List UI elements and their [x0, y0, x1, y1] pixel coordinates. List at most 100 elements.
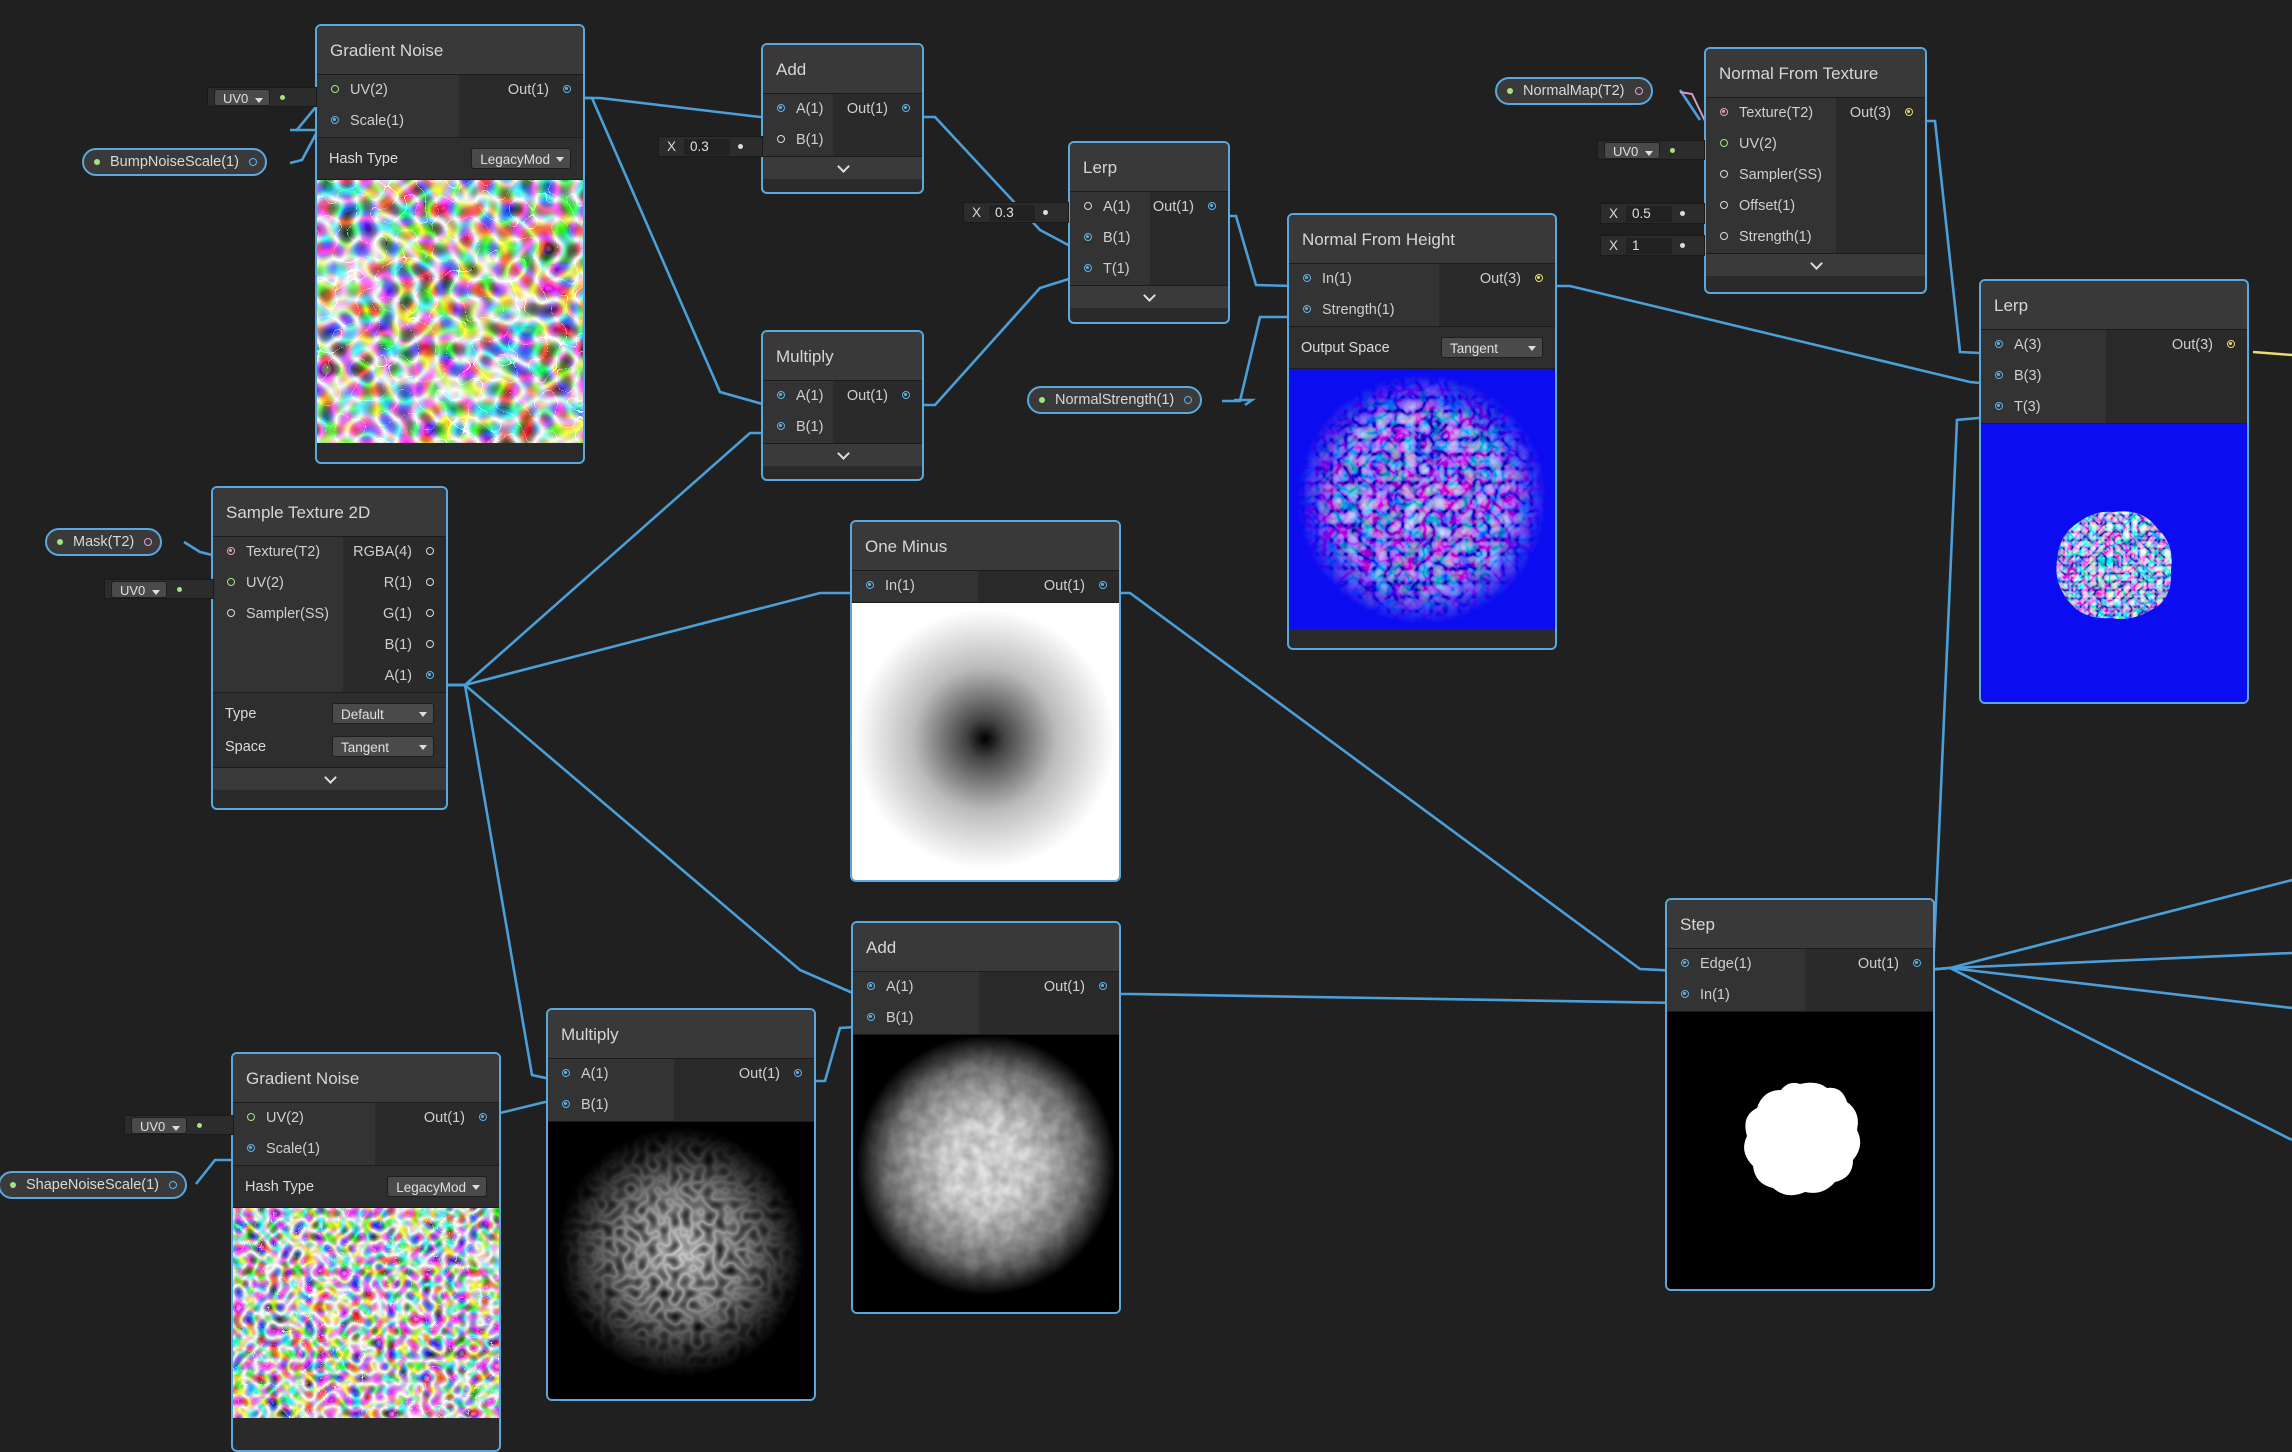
- property-out-dot-icon[interactable]: [1184, 396, 1193, 404]
- gradient-noise-node[interactable]: Gradient Noise UV(2) Scale(1) Out(1) Has…: [315, 24, 585, 464]
- lerp-node[interactable]: Lerp A(1) B(1) T(1) Out(1): [1068, 141, 1230, 324]
- port-dot-icon[interactable]: [426, 578, 434, 586]
- property-out-dot-icon[interactable]: [248, 158, 257, 166]
- port-b[interactable]: B(1): [763, 412, 833, 443]
- multiply-node[interactable]: Multiply A(1) B(1) Out(1): [761, 330, 924, 481]
- port-out[interactable]: Out(1): [833, 381, 922, 412]
- port-b[interactable]: B(3): [1981, 361, 2106, 392]
- port-t[interactable]: T(1): [1070, 254, 1150, 285]
- port-dot-icon[interactable]: [426, 609, 434, 617]
- property-normal-strength[interactable]: NormalStrength(1): [1027, 386, 1203, 414]
- port-dot-icon[interactable]: [563, 85, 571, 93]
- add-node[interactable]: Add A(1) B(1) Out(1): [851, 921, 1121, 1314]
- add-node[interactable]: Add A(1) B(1) Out(1): [761, 43, 924, 194]
- port-dot-icon[interactable]: [1535, 274, 1543, 282]
- port-dot-icon[interactable]: [777, 422, 785, 430]
- port-b[interactable]: B(1): [853, 1003, 979, 1034]
- port-a[interactable]: A(1): [763, 381, 833, 412]
- port-b[interactable]: B(1): [343, 630, 446, 661]
- port-dot-icon[interactable]: [1720, 170, 1728, 178]
- port-uv[interactable]: UV(2): [317, 75, 459, 106]
- port-b[interactable]: B(1): [548, 1090, 674, 1121]
- port-dot-icon[interactable]: [1905, 108, 1913, 116]
- port-dot-icon[interactable]: [227, 609, 235, 617]
- port-dot-icon[interactable]: [1913, 959, 1921, 967]
- port-dot-icon[interactable]: [902, 391, 910, 399]
- port-dot-icon[interactable]: [2227, 340, 2235, 348]
- hash-type-dropdown[interactable]: LegacyMod: [471, 148, 571, 169]
- uv-inline-input[interactable]: UV0: [104, 579, 214, 599]
- x-value-field[interactable]: 0.5: [1626, 205, 1673, 222]
- add-b-inline-input[interactable]: X 0.3: [658, 136, 763, 157]
- normal-from-texture-node[interactable]: Normal From Texture Texture(T2) UV(2) Sa…: [1704, 47, 1927, 294]
- port-dot-icon[interactable]: [227, 547, 235, 555]
- port-sampler[interactable]: Sampler(SS): [213, 599, 343, 630]
- port-a[interactable]: A(1): [763, 94, 833, 125]
- port-dot-icon[interactable]: [227, 578, 235, 586]
- uv-dropdown[interactable]: UV0: [1604, 141, 1660, 159]
- port-in[interactable]: In(1): [852, 571, 978, 602]
- port-dot-icon[interactable]: [1084, 264, 1092, 272]
- offset-inline-input[interactable]: X 0.5: [1600, 203, 1705, 224]
- port-out[interactable]: Out(3): [2106, 330, 2247, 361]
- port-dot-icon[interactable]: [1720, 232, 1728, 240]
- port-sampler[interactable]: Sampler(SS): [1706, 160, 1836, 191]
- port-uv[interactable]: UV(2): [1706, 129, 1836, 160]
- port-out[interactable]: Out(1): [459, 75, 583, 106]
- gradient-noise-node[interactable]: Gradient Noise UV(2) Scale(1) Out(1) Has…: [231, 1052, 501, 1452]
- port-out[interactable]: Out(1): [1805, 949, 1933, 980]
- port-dot-icon[interactable]: [331, 85, 339, 93]
- port-out[interactable]: Out(1): [1150, 192, 1228, 223]
- port-dot-icon[interactable]: [777, 104, 785, 112]
- property-mask[interactable]: Mask(T2): [45, 528, 163, 556]
- port-dot-icon[interactable]: [1208, 202, 1216, 210]
- port-dot-icon[interactable]: [1720, 201, 1728, 209]
- port-dot-icon[interactable]: [1681, 959, 1689, 967]
- port-out[interactable]: Out(1): [375, 1103, 499, 1134]
- port-edge[interactable]: Edge(1): [1667, 949, 1805, 980]
- port-dot-icon[interactable]: [794, 1069, 802, 1077]
- chevron-down-icon[interactable]: [1070, 285, 1228, 308]
- port-dot-icon[interactable]: [867, 1013, 875, 1021]
- normal-from-height-node[interactable]: Normal From Height In(1) Strength(1) Out…: [1287, 213, 1557, 650]
- space-dropdown[interactable]: Tangent: [332, 736, 434, 757]
- port-scale[interactable]: Scale(1): [317, 106, 459, 137]
- port-r[interactable]: R(1): [343, 568, 446, 599]
- port-dot-icon[interactable]: [1084, 202, 1092, 210]
- port-out[interactable]: Out(3): [1836, 98, 1925, 129]
- port-b[interactable]: B(1): [1070, 223, 1150, 254]
- port-dot-icon[interactable]: [1099, 982, 1107, 990]
- port-dot-icon[interactable]: [426, 640, 434, 648]
- port-strength[interactable]: Strength(1): [1289, 295, 1439, 326]
- port-dot-icon[interactable]: [247, 1113, 255, 1121]
- uv-dropdown[interactable]: UV0: [214, 88, 270, 106]
- port-texture[interactable]: Texture(T2): [1706, 98, 1836, 129]
- output-space-dropdown[interactable]: Tangent: [1441, 337, 1543, 358]
- port-out[interactable]: Out(3): [1439, 264, 1555, 295]
- chevron-down-icon[interactable]: [1706, 253, 1925, 276]
- port-a[interactable]: A(3): [1981, 330, 2106, 361]
- type-dropdown[interactable]: Default: [332, 703, 434, 724]
- port-dot-icon[interactable]: [1303, 274, 1311, 282]
- port-scale[interactable]: Scale(1): [233, 1134, 375, 1165]
- port-dot-icon[interactable]: [426, 671, 434, 679]
- multiply-node[interactable]: Multiply A(1) B(1) Out(1): [546, 1008, 816, 1401]
- lerp-vector-node[interactable]: Lerp A(3) B(3) T(3) Out(3): [1979, 279, 2249, 704]
- port-dot-icon[interactable]: [1995, 402, 2003, 410]
- port-out[interactable]: Out(1): [979, 972, 1119, 1003]
- port-dot-icon[interactable]: [1720, 139, 1728, 147]
- port-a[interactable]: A(1): [548, 1059, 674, 1090]
- chevron-down-icon[interactable]: [763, 443, 922, 466]
- port-dot-icon[interactable]: [866, 581, 874, 589]
- port-strength[interactable]: Strength(1): [1706, 222, 1836, 253]
- uv-inline-input[interactable]: UV0: [1597, 140, 1705, 160]
- port-dot-icon[interactable]: [562, 1069, 570, 1077]
- port-uv[interactable]: UV(2): [233, 1103, 375, 1134]
- port-dot-icon[interactable]: [1995, 371, 2003, 379]
- port-dot-icon[interactable]: [902, 104, 910, 112]
- port-a[interactable]: A(1): [853, 972, 979, 1003]
- property-out-dot-icon[interactable]: [169, 1181, 177, 1189]
- port-dot-icon[interactable]: [1681, 990, 1689, 998]
- port-dot-icon[interactable]: [1084, 233, 1092, 241]
- port-dot-icon[interactable]: [1099, 581, 1107, 589]
